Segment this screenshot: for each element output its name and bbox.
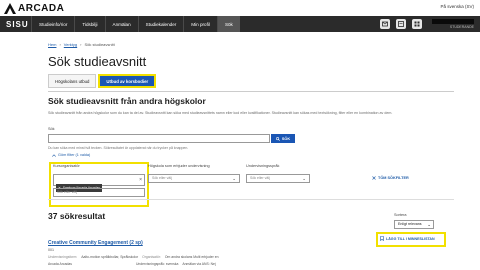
- add-to-list-button[interactable]: LÄGG TILL I MINNESLISTAN: [380, 236, 435, 241]
- meta-value: Aalto-motion språlkbollar, Språkskolor: [81, 255, 139, 259]
- add-to-list-label: LÄGG TILL I MINNESLISTAN: [386, 236, 435, 241]
- course-code: 001: [48, 248, 54, 252]
- search-icon: [275, 136, 280, 141]
- tab-own-offering[interactable]: Högskolans utbud: [48, 74, 97, 88]
- sort-label: Sortera: [394, 213, 407, 217]
- message-icon[interactable]: [396, 19, 406, 29]
- course-title-link[interactable]: Creative Community Engagement (2 sp): [48, 240, 143, 246]
- breadcrumb-tools[interactable]: Verktyg: [64, 42, 77, 47]
- meta-value: Arcada Arcadas: [48, 262, 72, 266]
- notification-icon[interactable]: [380, 19, 390, 29]
- chevron-down-icon: ⌄: [427, 222, 431, 227]
- close-icon: [372, 176, 376, 180]
- organizer-search-input[interactable]: Sök eller välj: [53, 188, 145, 197]
- sort-select[interactable]: Enligt relevans ⌄: [394, 220, 434, 229]
- user-menu[interactable]: STUDERANDE: [428, 18, 474, 30]
- language-select[interactable]: Sök eller välj ⌄: [246, 174, 310, 183]
- divider: [48, 199, 454, 200]
- search-button-label: SÖK: [281, 136, 291, 141]
- search-button[interactable]: SÖK: [271, 134, 295, 143]
- divider: [48, 91, 454, 92]
- tabs: Högskolans utbud Utbud av korsbodier: [48, 74, 157, 88]
- meta-key: Undervisningsform:: [48, 255, 78, 259]
- nav-item-tidsbild[interactable]: Tidsbilji: [74, 16, 104, 32]
- section-heading: Sök studieavsnitt från andra högskolor: [48, 96, 206, 106]
- sort-select-value: Enligt relevans: [398, 222, 422, 226]
- filter-organizer: Kursorganisatör ✕ Samkurs/Arcada Arcadas…: [49, 162, 149, 207]
- filter-language-label: Undervisningsspråk: [246, 164, 280, 168]
- app-name[interactable]: SISU: [6, 20, 29, 29]
- arcada-logo-mark-icon: [4, 2, 16, 14]
- meta-value: Undervisningspråk: svenska: [135, 262, 179, 266]
- search-hint: Du kan söka med minst två tecken. Sökres…: [48, 146, 189, 150]
- nav-item-sok[interactable]: Sök: [216, 16, 240, 32]
- bookmark-icon: [380, 236, 384, 241]
- meta-value: Anmälan via ANS: Nej: [182, 262, 216, 266]
- add-to-list-highlight: LÄGG TILL I MINNESLISTAN: [376, 232, 446, 247]
- logo-text: ARCADA: [18, 2, 65, 14]
- user-role: STUDERANDE: [449, 25, 474, 29]
- nav-item-min-profil[interactable]: Min profil: [183, 16, 217, 32]
- filter-language: Undervisningsspråk Sök eller välj ⌄: [246, 164, 310, 183]
- chevron-down-icon: ⌄: [302, 176, 306, 181]
- nav-item-studiekalender[interactable]: Studiekalender: [137, 16, 184, 32]
- language-select-value: Sök eller välj: [250, 176, 270, 180]
- arcada-logo[interactable]: ARCADA: [4, 2, 64, 14]
- brand-bar: ARCADA På svenska (SV): [0, 0, 480, 16]
- breadcrumb-current: Sök studieavsnitt: [84, 42, 115, 47]
- meta-value: Om andra skolans Multi erbjuder en: [164, 255, 219, 259]
- clear-filters-button[interactable]: TÖM SÖKFILTER: [372, 176, 409, 180]
- page-title: Sök studieavsnitt: [48, 54, 147, 69]
- university-select[interactable]: Sök eller välj ⌄: [148, 174, 240, 183]
- nav-menu: Studieinfo/rior Tidsbilji Anmälan Studie…: [31, 16, 240, 32]
- meta-key: Organisatör:: [142, 255, 161, 259]
- nav-item-studieinfo[interactable]: Studieinfo/rior: [31, 16, 74, 32]
- main-navbar: SISU Studieinfo/rior Tidsbilji Anmälan S…: [0, 16, 480, 32]
- search-label: Sök: [48, 127, 55, 131]
- clear-filters-label: TÖM SÖKFILTER: [378, 176, 409, 180]
- filter-university: Högskola som erbjuder undervisning Sök e…: [148, 164, 240, 183]
- section-description: Sök studieavsnitt från andra högskolor s…: [48, 111, 393, 115]
- chevron-down-icon: ⌄: [232, 176, 236, 181]
- search-input[interactable]: [48, 134, 270, 143]
- university-select-value: Sök eller välj: [152, 176, 172, 180]
- breadcrumb-home[interactable]: Hem: [48, 42, 56, 47]
- organizer-multiselect[interactable]: ✕ Samkurs/Arcada Arcadas ×: [53, 174, 145, 192]
- filter-university-label: Högskola som erbjuder undervisning: [148, 164, 210, 168]
- clear-icon[interactable]: ×: [139, 177, 142, 183]
- filter-toggle[interactable]: Göm filter (1 valda): [52, 153, 90, 157]
- results-count: 37 sökresultat: [48, 211, 106, 221]
- user-name-redacted: [432, 19, 474, 24]
- grid-icon[interactable]: [412, 19, 422, 29]
- tab-cross-offering[interactable]: Utbud av korsbodier: [98, 74, 157, 88]
- filter-toggle-label: Göm filter (1 valda): [58, 153, 91, 157]
- breadcrumb-separator: ›: [59, 42, 61, 47]
- chevron-up-icon: [52, 153, 56, 157]
- course-meta-row: Arcada Arcadas Undervisningspråk: svensk…: [48, 262, 216, 266]
- language-switch-link[interactable]: På svenska (SV): [440, 4, 474, 9]
- breadcrumb: Hem › Verktyg › Sök studieavsnitt: [48, 42, 115, 47]
- nav-icons: STUDERANDE: [380, 18, 474, 30]
- breadcrumb-separator: ›: [80, 42, 82, 47]
- course-meta-row: Undervisningsform: Aalto-motion språlkbo…: [48, 255, 219, 259]
- nav-item-anmalan[interactable]: Anmälan: [104, 16, 138, 32]
